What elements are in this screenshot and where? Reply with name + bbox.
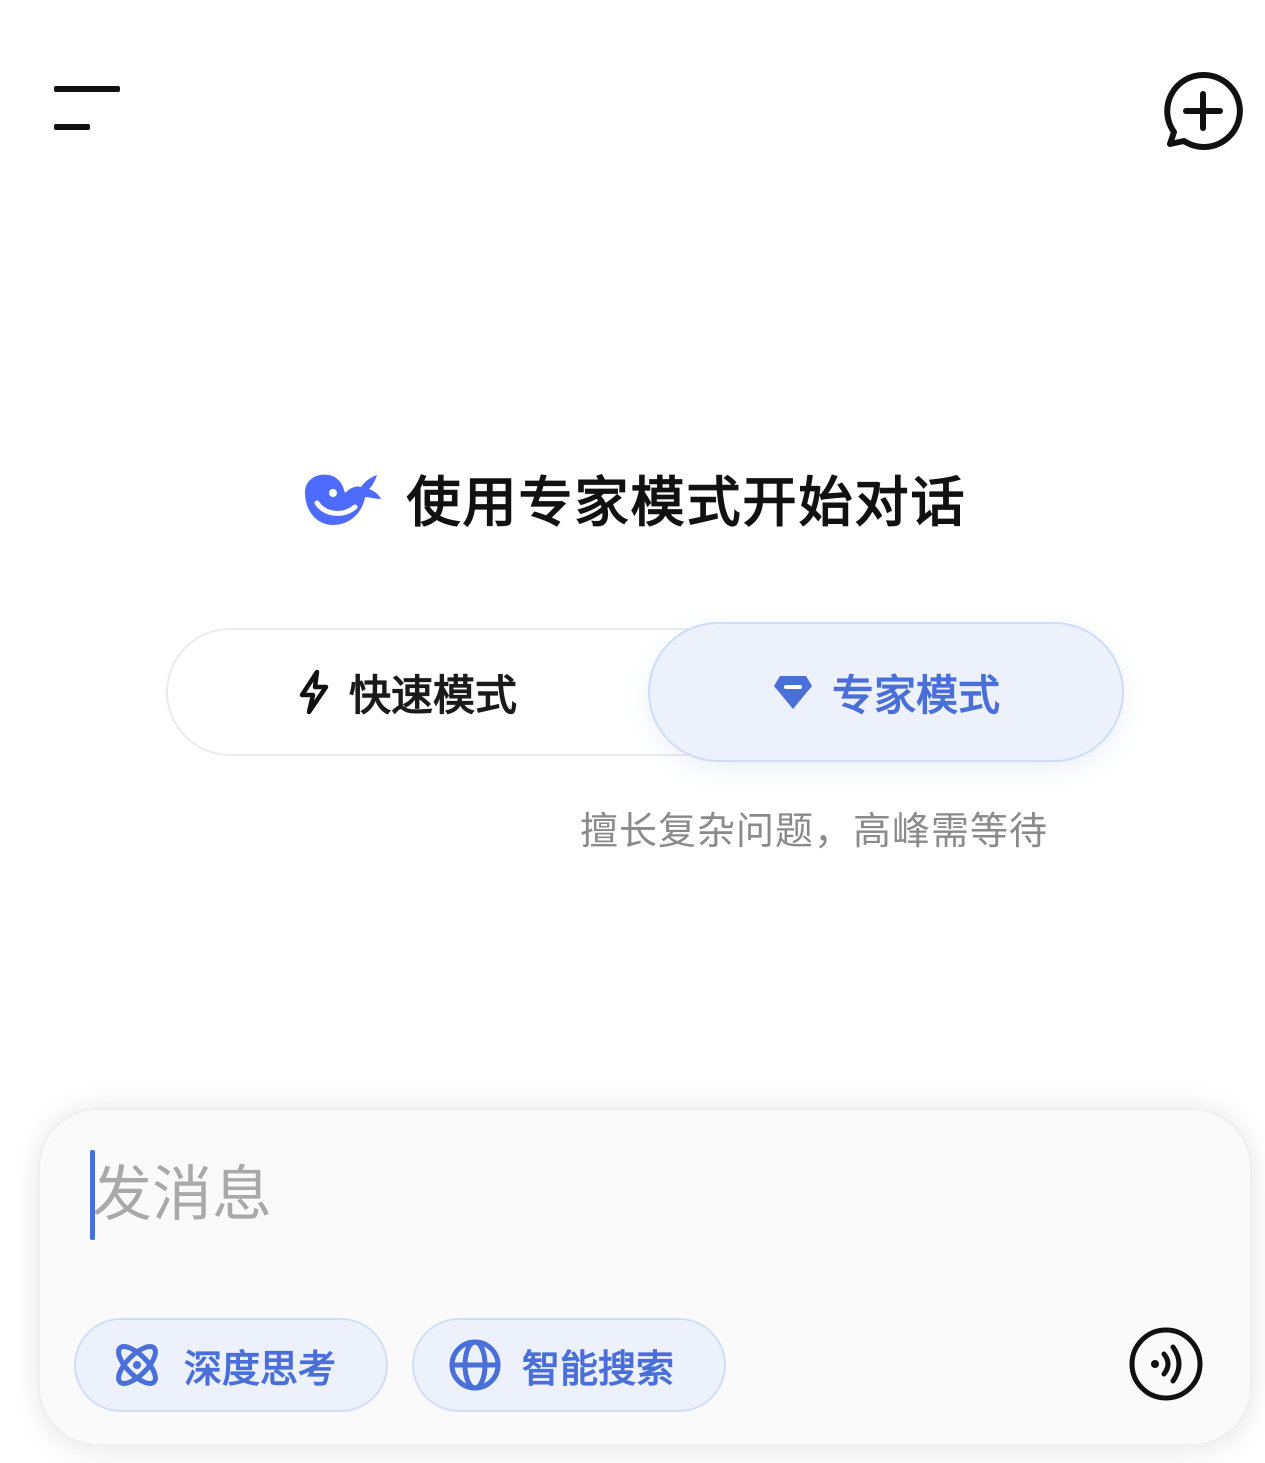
mode-toggle: 快速模式 专家模式 — [166, 622, 1124, 762]
deep-think-label: 深度思考 — [184, 1346, 337, 1391]
voice-button[interactable] — [1128, 1326, 1204, 1402]
mode-expert-label: 专家模式 — [831, 670, 1000, 720]
deep-think-button[interactable]: 深度思考 — [74, 1318, 388, 1412]
mode-expert-button[interactable]: 专家模式 — [648, 622, 1124, 762]
whale-logo-icon — [304, 474, 381, 525]
diamond-icon — [773, 676, 812, 709]
menu-icon — [54, 86, 120, 130]
text-caret — [90, 1150, 95, 1240]
message-input[interactable] — [92, 1150, 1092, 1240]
page-title: 使用专家模式开始对话 — [406, 470, 967, 534]
app-screen: 使用专家模式开始对话 快速模式 专家模式 擅长复杂问题，高峰需等待 发消息 深度… — [0, 0, 1265, 1463]
voice-icon — [1129, 1327, 1203, 1401]
hero-heading: 使用专家模式开始对话 — [0, 455, 1265, 539]
mode-fast-label: 快速模式 — [348, 670, 517, 720]
smart-search-label: 智能搜索 — [522, 1346, 675, 1391]
mode-fast-button[interactable]: 快速模式 — [168, 630, 646, 754]
new-chat-button[interactable] — [1162, 70, 1244, 152]
atom-icon — [116, 1344, 158, 1386]
message-composer: 深度思考 智能搜索 — [38, 1108, 1252, 1446]
menu-button[interactable] — [50, 84, 124, 136]
smart-search-button[interactable]: 智能搜索 — [412, 1318, 726, 1412]
mode-description: 擅长复杂问题，高峰需等待 — [580, 809, 1049, 853]
globe-icon — [449, 1339, 501, 1391]
new-chat-icon — [1164, 71, 1243, 150]
lightning-icon — [299, 669, 329, 715]
